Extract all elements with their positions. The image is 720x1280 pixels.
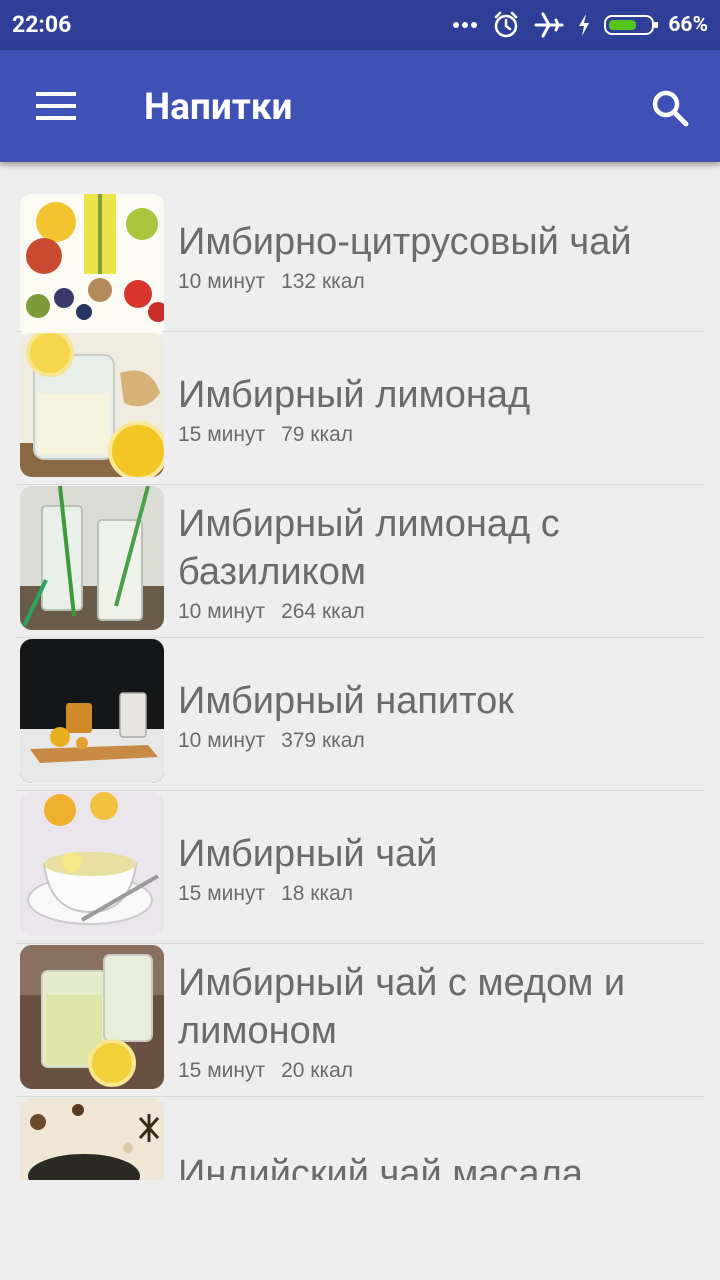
recipe-time: 15 минут — [178, 882, 266, 905]
battery-icon — [604, 15, 659, 35]
recipe-info: Индийский чай масала — [178, 1098, 704, 1180]
recipe-meta: 15 минут 18 ккал — [178, 882, 704, 906]
recipe-name: Имбирный чай с медом и лимоном — [178, 962, 626, 1052]
recipe-thumbnail — [20, 333, 164, 477]
recipe-thumbnail — [20, 945, 164, 1089]
search-icon[interactable] — [648, 86, 692, 130]
recipe-calories: 18 ккал — [281, 882, 354, 905]
battery-percent: 66% — [668, 13, 708, 37]
battery-level — [609, 20, 636, 30]
recipe-meta: 15 минут 20 ккал — [178, 1059, 704, 1083]
recipe-meta: 10 минут 132 ккал — [178, 270, 704, 294]
list-item[interactable]: Имбирный лимонад с базиликом 10 минут 264… — [16, 486, 704, 638]
recipe-thumbnail — [20, 194, 164, 338]
recipe-name: Имбирно-цитрусовый чай — [178, 221, 632, 263]
recipe-meta: 10 минут 379 ккал — [178, 729, 704, 753]
status-time: 22:06 — [12, 11, 72, 38]
recipe-time: 15 минут — [178, 1059, 266, 1082]
list-item[interactable]: Имбирный напиток 10 минут 379 ккал — [16, 639, 704, 791]
recipe-info: Имбирно-цитрусовый чай 10 минут 132 ккал — [178, 180, 704, 332]
page-title: Напитки — [144, 86, 293, 129]
recipe-info: Имбирный чай 15 минут 18 ккал — [178, 792, 704, 944]
recipe-name: Имбирный лимонад с базиликом — [178, 503, 560, 593]
battery-tip — [654, 22, 659, 28]
recipe-info: Имбирный напиток 10 минут 379 ккал — [178, 639, 704, 791]
recipe-thumbnail — [20, 792, 164, 936]
list-item[interactable]: Индийский чай масала — [16, 1098, 704, 1180]
list-item[interactable]: Имбирно-цитрусовый чай 10 минут 132 ккал — [16, 180, 704, 338]
recipe-time: 10 минут — [178, 600, 266, 623]
recipe-meta: 10 минут 264 ккал — [178, 600, 704, 624]
alarm-icon — [495, 11, 518, 38]
recipe-meta: 15 минут 79 ккал — [178, 423, 704, 447]
recipe-calories: 379 ккал — [281, 729, 365, 752]
recipe-name: Имбирный чай — [178, 833, 438, 875]
list-item[interactable]: Имбирный чай 15 минут 18 ккал — [16, 792, 704, 944]
recipe-name: Имбирный лимонад — [178, 374, 531, 416]
list-item[interactable]: Имбирный чай с медом и лимоном 15 минут 2… — [16, 945, 704, 1097]
recipe-calories: 264 ккал — [281, 600, 365, 623]
recipe-thumbnail — [20, 486, 164, 630]
status-icons: 66% — [452, 9, 708, 41]
recipe-list[interactable]: Имбирно-цитрусовый чай 10 минут 132 ккал … — [0, 180, 720, 1180]
airplane-mode-icon — [534, 12, 564, 38]
recipe-info: Имбирный лимонад 15 минут 79 ккал — [178, 333, 704, 485]
more-dots-icon — [453, 22, 478, 28]
recipe-info: Имбирный чай с медом и лимоном 15 минут 2… — [178, 945, 704, 1097]
list-item[interactable]: Имбирный лимонад 15 минут 79 ккал — [16, 333, 704, 485]
recipe-name: Индийский чай масала — [178, 1153, 583, 1180]
recipe-calories: 20 ккал — [281, 1059, 354, 1082]
recipe-thumbnail — [20, 1098, 164, 1180]
recipe-name: Имбирный напиток — [178, 680, 514, 722]
status-bar: 22:06 66% — [0, 0, 720, 50]
app-bar: Напитки — [0, 50, 720, 162]
charging-bolt-icon — [579, 14, 590, 36]
recipe-time: 10 минут — [178, 729, 266, 752]
recipe-info: Имбирный лимонад с базиликом 10 минут 264… — [178, 486, 704, 638]
hamburger-menu-icon[interactable] — [36, 92, 76, 120]
recipe-calories: 79 ккал — [281, 423, 354, 446]
recipe-time: 15 минут — [178, 423, 266, 446]
recipe-calories: 132 ккал — [281, 270, 365, 293]
recipe-thumbnail — [20, 639, 164, 783]
recipe-time: 10 минут — [178, 270, 266, 293]
